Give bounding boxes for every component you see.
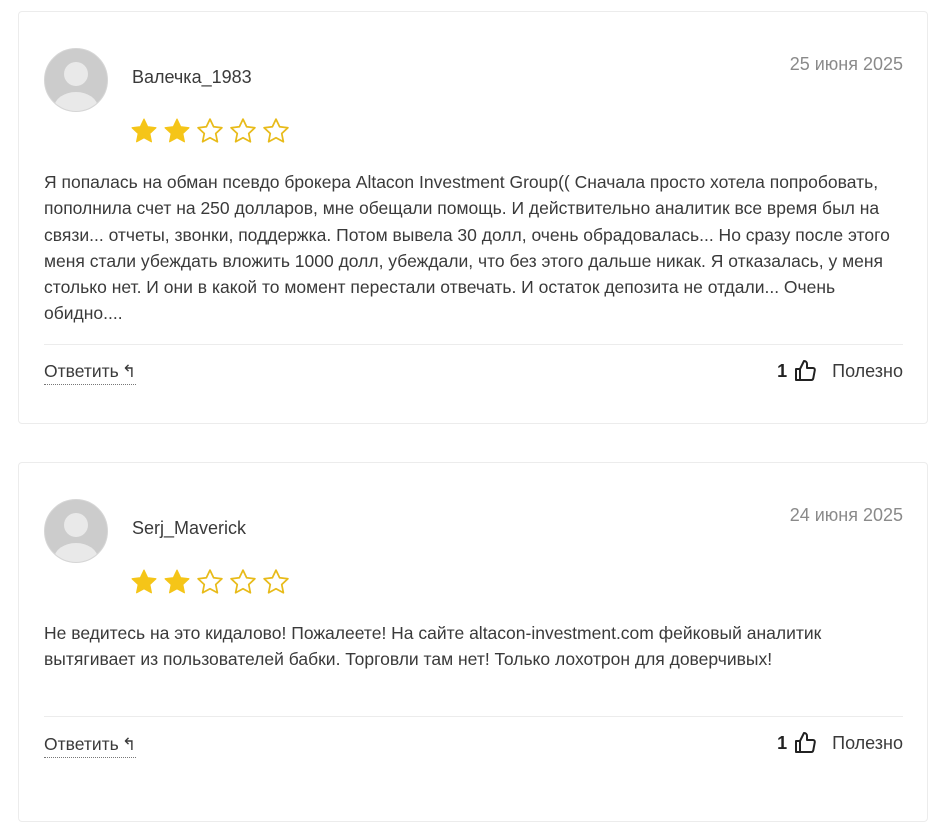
star-filled-icon xyxy=(131,569,157,594)
helpful-vote: 1 Полезно xyxy=(777,359,903,383)
reply-button[interactable]: Ответить ↰ xyxy=(44,734,137,758)
review-text: Я попалась на обман псевдо брокера Altac… xyxy=(44,172,890,324)
reply-label: Ответить xyxy=(44,361,119,381)
helpful-button[interactable]: Полезно xyxy=(832,733,903,754)
author-name: Валечка_1983 xyxy=(132,67,252,87)
review-card: Валечка_1983 25 июня 2025 Я попалась на … xyxy=(18,11,928,424)
helpful-vote: 1 Полезно xyxy=(777,731,903,755)
helpful-count: 1 xyxy=(777,732,788,753)
star-filled-icon xyxy=(164,569,190,594)
star-outline-icon xyxy=(230,569,256,594)
reply-arrow-icon: ↰ xyxy=(121,362,137,381)
divider xyxy=(44,344,903,345)
avatar xyxy=(44,499,108,563)
star-rating xyxy=(129,567,291,597)
review-card: Serj_Maverick 24 июня 2025 Не ведитесь н… xyxy=(18,462,928,822)
star-outline-icon xyxy=(263,118,289,143)
review-date: 24 июня 2025 xyxy=(789,505,903,525)
reply-button[interactable]: Ответить ↰ xyxy=(44,361,137,385)
thumbs-up-icon[interactable] xyxy=(793,731,817,755)
reply-arrow-icon: ↰ xyxy=(121,735,137,754)
star-outline-icon xyxy=(197,118,223,143)
thumbs-up-icon[interactable] xyxy=(793,359,817,383)
review-date: 25 июня 2025 xyxy=(789,54,903,74)
helpful-button[interactable]: Полезно xyxy=(832,361,903,382)
star-filled-icon xyxy=(164,118,190,143)
star-filled-icon xyxy=(131,118,157,143)
star-outline-icon xyxy=(197,569,223,594)
helpful-count: 1 xyxy=(777,360,788,381)
reply-label: Ответить xyxy=(44,734,119,754)
star-rating xyxy=(129,116,291,146)
author-name: Serj_Maverick xyxy=(132,518,247,538)
avatar xyxy=(44,48,108,112)
star-outline-icon xyxy=(230,118,256,143)
divider xyxy=(44,716,903,717)
review-text: Не ведитесь на это кидалово! Пожалеете! … xyxy=(44,623,822,670)
star-outline-icon xyxy=(263,569,289,594)
